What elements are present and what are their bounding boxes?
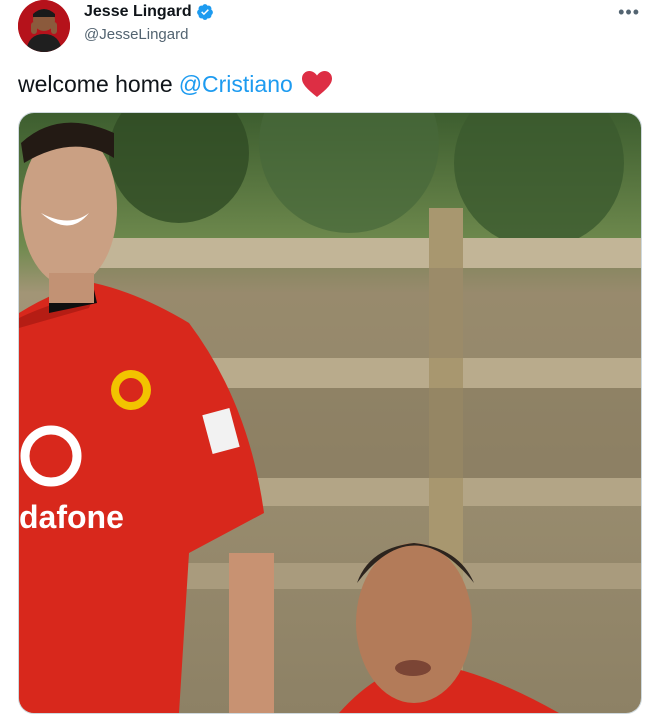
author-handle[interactable]: @JesseLingard: [84, 26, 188, 43]
tweet-text: welcome home @Cristiano: [18, 70, 333, 98]
avatar[interactable]: [18, 0, 70, 52]
tweet-media[interactable]: dafone: [18, 112, 642, 714]
avatar-image: [18, 0, 70, 52]
mention-link[interactable]: @Cristiano: [179, 71, 293, 98]
tweet-body: welcome home: [18, 70, 173, 97]
more-options-icon[interactable]: •••: [618, 2, 640, 23]
shirt-sponsor-text: dafone: [19, 499, 124, 535]
media-video-still: dafone: [19, 113, 641, 713]
author-name-row: Jesse Lingard: [84, 3, 214, 21]
display-name[interactable]: Jesse Lingard: [84, 3, 192, 21]
verified-badge-icon: [196, 4, 213, 20]
red-heart-icon: [301, 71, 332, 97]
